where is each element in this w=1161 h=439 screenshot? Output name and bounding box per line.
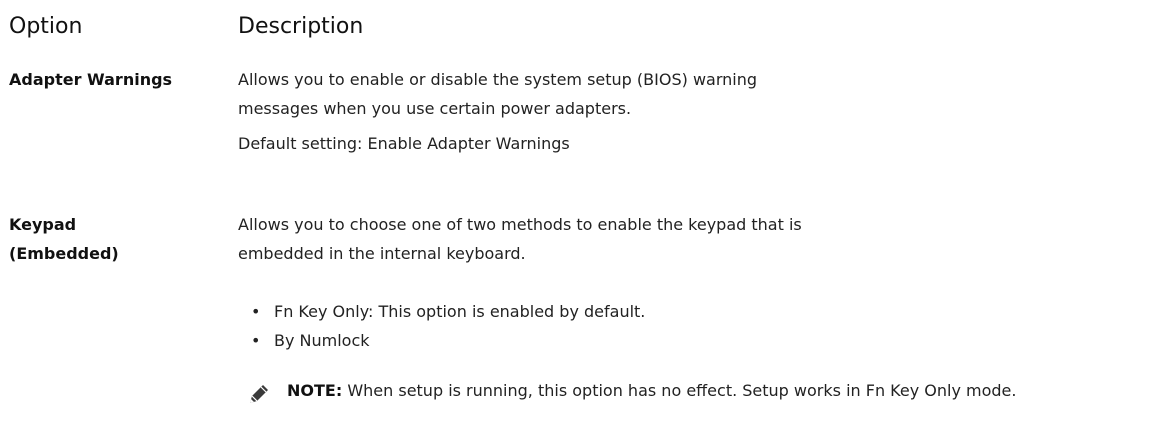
option-name-line1: Keypad — [9, 215, 77, 234]
list-item-text: By Numlock — [274, 331, 370, 350]
option-name-adapter-warnings: Adapter Warnings — [9, 70, 173, 89]
description-text: Allows you to choose one of two methods … — [238, 215, 802, 263]
list-item: • Fn Key Only: This option is enabled by… — [251, 297, 645, 326]
bullet-icon: • — [251, 331, 261, 350]
option-description-adapter-warnings: Allows you to enable or disable the syst… — [238, 65, 1138, 158]
note-text: NOTE: When setup is running, this option… — [287, 376, 1127, 405]
note-label: NOTE: — [287, 381, 343, 400]
pencil-note-icon — [247, 382, 271, 406]
default-setting-text: Default setting: Enable Adapter Warnings — [238, 134, 570, 153]
option-name-line2: (Embedded) — [9, 244, 119, 263]
header-option: Option — [9, 14, 83, 39]
list-item-text: Fn Key Only: This option is enabled by d… — [274, 302, 646, 321]
description-text: Allows you to enable or disable the syst… — [238, 70, 758, 118]
option-name-keypad-embedded: Keypad (Embedded) — [9, 210, 119, 268]
bullet-icon: • — [251, 302, 261, 321]
note-body: When setup is running, this option has n… — [342, 381, 1017, 400]
header-description: Description — [238, 14, 364, 39]
keypad-bullet-list: • Fn Key Only: This option is enabled by… — [251, 297, 645, 355]
list-item: • By Numlock — [251, 326, 645, 355]
option-description-keypad: Allows you to choose one of two methods … — [238, 210, 1138, 268]
